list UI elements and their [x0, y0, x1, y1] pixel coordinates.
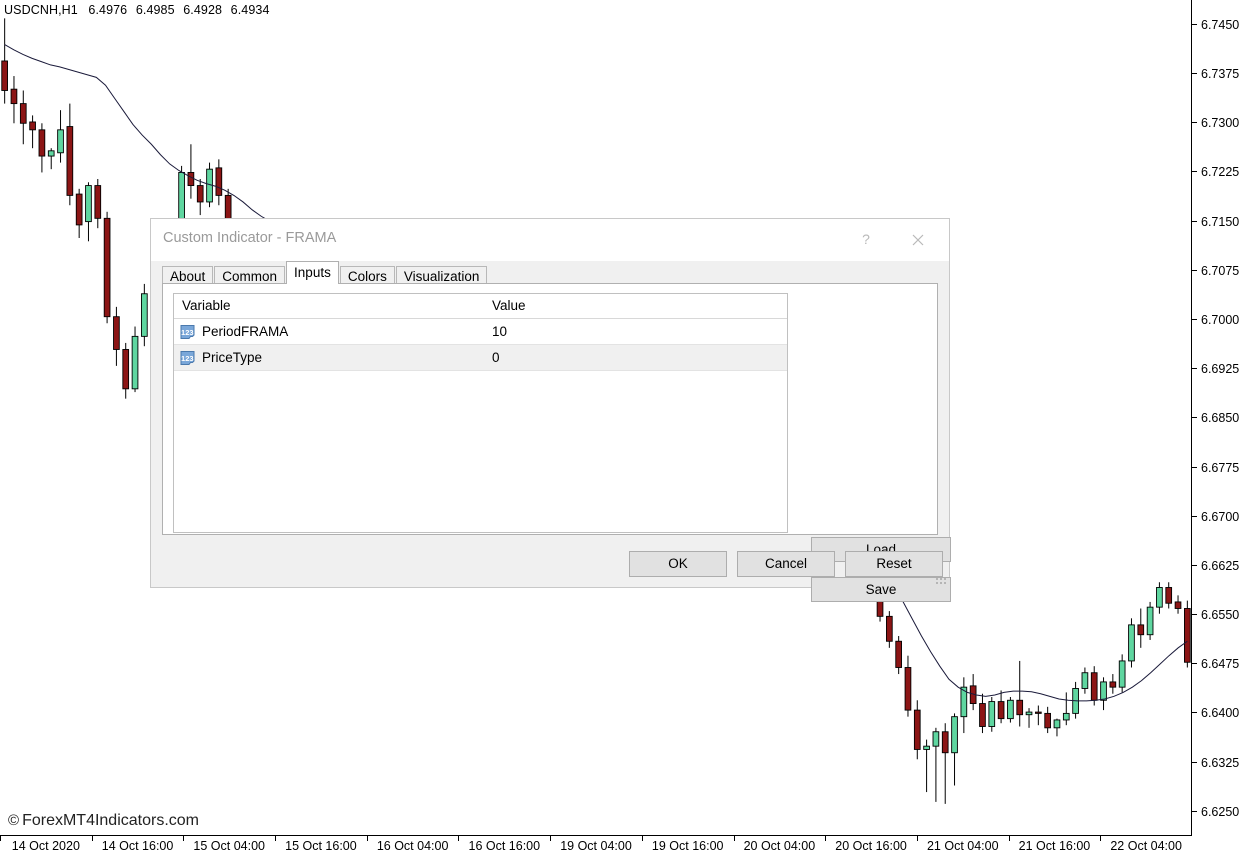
dialog-body: AboutCommonInputsColorsVisualization Var… [151, 261, 949, 587]
cancel-button[interactable]: Cancel [737, 551, 835, 577]
time-tick: 22 Oct 04:00 [1110, 839, 1182, 853]
price-tick: 6.7375 [1192, 67, 1250, 81]
symbol-label: USDCNH,H1 [4, 3, 78, 17]
number-type-icon: 123 [180, 351, 195, 365]
time-tick: 16 Oct 04:00 [377, 839, 449, 853]
dialog-tabs[interactable]: AboutCommonInputsColorsVisualization [162, 261, 488, 284]
price-tick: 6.6325 [1192, 756, 1250, 770]
time-tick-mark [92, 836, 93, 841]
svg-text:123: 123 [181, 328, 194, 337]
price-scale[interactable]: 6.7450 6.7375 6.7300 6.7225 6.7150 6.7075 6.70… [1192, 0, 1250, 836]
low-price: 6.4928 [183, 3, 222, 17]
open-price: 6.4976 [88, 3, 127, 17]
time-tick-mark [642, 836, 643, 841]
price-tick: 6.6475 [1192, 657, 1250, 671]
inputs-panel: Variable Value 123 PeriodFRAMA 10 123 PriceT… [162, 283, 938, 535]
time-scale[interactable]: 14 Oct 2020 14 Oct 16:00 15 Oct 04:00 15 Oc… [0, 836, 1192, 860]
tab-inputs[interactable]: Inputs [286, 261, 339, 284]
time-tick-mark [1100, 836, 1101, 841]
price-tick: 6.7300 [1192, 116, 1250, 130]
variable-name: PriceType [202, 350, 262, 365]
column-header-variable: Variable [174, 294, 484, 318]
resize-grip-icon[interactable] [936, 574, 946, 584]
price-tick: 6.6850 [1192, 411, 1250, 425]
time-tick-mark [458, 836, 459, 841]
close-price: 6.4934 [231, 3, 270, 17]
time-tick-mark [183, 836, 184, 841]
cell-variable: 123 PeriodFRAMA [174, 324, 484, 339]
custom-indicator-dialog[interactable]: Custom Indicator - FRAMA ? AboutCommonIn… [150, 218, 950, 588]
svg-text:123: 123 [181, 354, 194, 363]
price-tick: 6.7450 [1192, 18, 1250, 32]
price-tick: 6.6700 [1192, 510, 1250, 524]
time-tick: 16 Oct 16:00 [469, 839, 541, 853]
table-row[interactable]: 123 PeriodFRAMA 10 [174, 319, 787, 345]
quote-header: USDCNH,H1 6.4976 6.4985 6.4928 6.4934 [4, 3, 275, 17]
dialog-title: Custom Indicator - FRAMA [163, 230, 336, 246]
time-tick: 19 Oct 04:00 [560, 839, 632, 853]
price-tick: 6.6400 [1192, 706, 1250, 720]
time-tick-mark [825, 836, 826, 841]
time-tick-mark [367, 836, 368, 841]
time-tick: 20 Oct 16:00 [835, 839, 907, 853]
dialog-title-bar[interactable]: Custom Indicator - FRAMA ? [151, 219, 949, 261]
variable-name: PeriodFRAMA [202, 324, 288, 339]
time-tick-mark [1009, 836, 1010, 841]
watermark-text: ForexMT4Indicators.com [22, 812, 199, 829]
dialog-button-bar: OK Cancel Reset [151, 535, 949, 587]
time-tick: 21 Oct 16:00 [1019, 839, 1091, 853]
help-button[interactable]: ? [843, 219, 889, 261]
close-button[interactable] [895, 219, 941, 261]
time-tick-mark [0, 836, 1, 841]
cell-variable: 123 PriceType [174, 350, 484, 365]
cell-value[interactable]: 10 [484, 324, 787, 339]
price-tick: 6.6625 [1192, 559, 1250, 573]
time-tick-mark [275, 836, 276, 841]
cell-value[interactable]: 0 [484, 350, 787, 365]
price-tick: 6.6775 [1192, 461, 1250, 475]
time-tick-mark [734, 836, 735, 841]
high-price: 6.4985 [136, 3, 175, 17]
time-tick: 14 Oct 2020 [12, 839, 80, 853]
time-tick: 15 Oct 04:00 [193, 839, 265, 853]
time-tick: 14 Oct 16:00 [102, 839, 174, 853]
question-mark-icon: ? [859, 232, 873, 248]
time-tick: 19 Oct 16:00 [652, 839, 724, 853]
time-tick: 15 Oct 16:00 [285, 839, 357, 853]
price-tick: 6.7225 [1192, 165, 1250, 179]
grid-rows: 123 PeriodFRAMA 10 123 PriceType 0 [174, 319, 787, 371]
reset-button[interactable]: Reset [845, 551, 943, 577]
time-tick-mark [550, 836, 551, 841]
price-tick: 6.6925 [1192, 362, 1250, 376]
copyright-symbol: © [8, 812, 19, 829]
ok-button[interactable]: OK [629, 551, 727, 577]
price-tick: 6.7000 [1192, 313, 1250, 327]
table-row[interactable]: 123 PriceType 0 [174, 345, 787, 371]
time-tick: 21 Oct 04:00 [927, 839, 999, 853]
close-icon [910, 232, 926, 248]
time-tick: 20 Oct 04:00 [744, 839, 816, 853]
price-tick: 6.7075 [1192, 264, 1250, 278]
svg-text:?: ? [862, 232, 870, 247]
price-tick: 6.6550 [1192, 608, 1250, 622]
column-header-value: Value [484, 294, 787, 318]
mt4-chart-window: USDCNH,H1 6.4976 6.4985 6.4928 6.4934 ©F… [0, 0, 1250, 860]
inputs-grid[interactable]: Variable Value 123 PeriodFRAMA 10 123 PriceT… [173, 293, 788, 533]
number-type-icon: 123 [180, 325, 195, 339]
watermark: ©ForexMT4Indicators.com [8, 812, 199, 830]
price-tick: 6.6250 [1192, 805, 1250, 819]
time-tick-mark [917, 836, 918, 841]
price-tick: 6.7150 [1192, 215, 1250, 229]
grid-header-row: Variable Value [174, 294, 787, 319]
